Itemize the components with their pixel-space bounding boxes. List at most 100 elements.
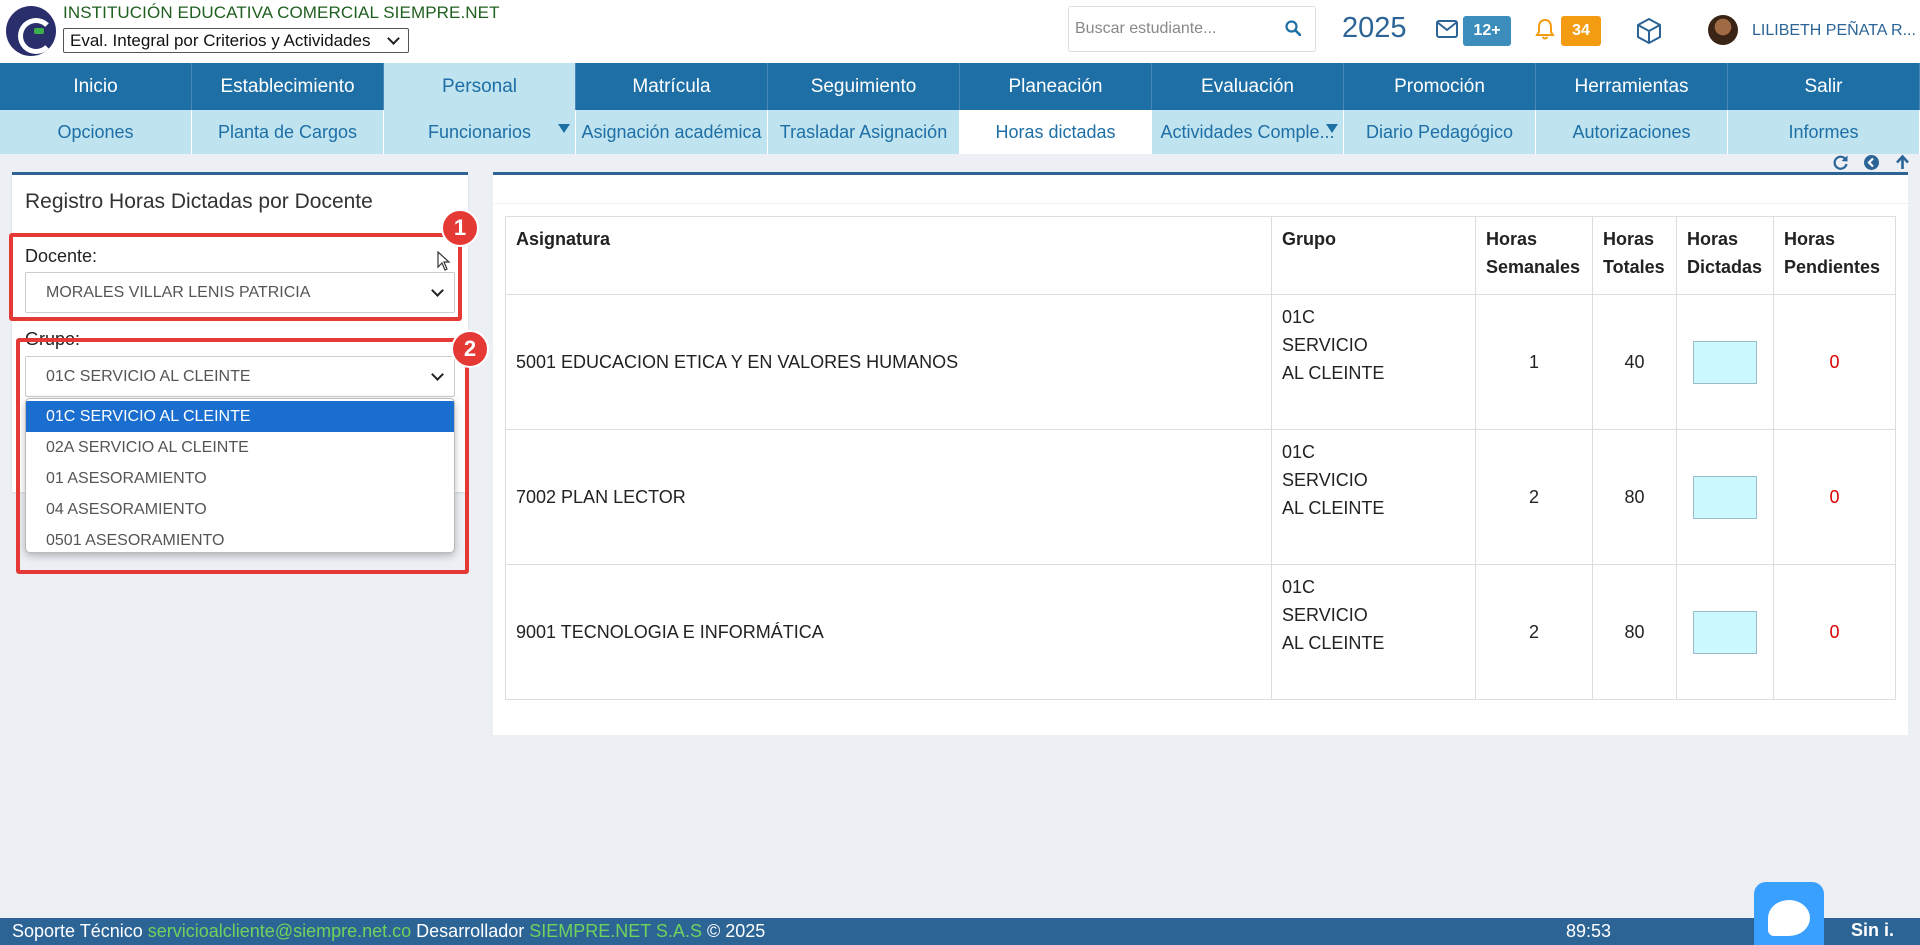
subnav-funcionarios[interactable]: Funcionarios xyxy=(384,110,576,154)
col-horas-totales[interactable]: Horas Totales xyxy=(1591,216,1677,295)
col-grupo[interactable]: Grupo xyxy=(1271,216,1476,295)
footer: Soporte Técnico servicioalcliente@siempr… xyxy=(0,918,1920,945)
sub-menu: Opciones Planta de Cargos Funcionarios A… xyxy=(0,110,1920,154)
panel-title: Registro Horas Dictadas por Docente xyxy=(25,190,373,213)
search-input[interactable] xyxy=(1075,20,1271,38)
pendientes-cell: 0 xyxy=(1772,294,1897,430)
grupo-cell: 01C SERVICIO AL CLEINTE xyxy=(1271,564,1476,700)
header-text: Horas xyxy=(1686,229,1738,249)
nav-seguimiento[interactable]: Seguimiento xyxy=(768,63,960,110)
asignatura-cell: 9001 TECNOLOGIA E INFORMÁTICA xyxy=(504,564,1273,700)
col-horas-pendientes[interactable]: Horas Pendientes xyxy=(1772,216,1897,295)
nav-herramientas[interactable]: Herramientas xyxy=(1536,63,1728,110)
support-label: Soporte Técnico xyxy=(12,921,143,941)
caret-down-icon xyxy=(558,124,570,133)
semanales-cell: 1 xyxy=(1475,294,1593,430)
back-icon[interactable] xyxy=(1863,154,1880,171)
table-row: 9001 TECNOLOGIA E INFORMÁTICA 01C SERVIC… xyxy=(504,564,1897,700)
subnav-label: Diario Pedagógico xyxy=(1365,121,1514,142)
user-name[interactable]: LILIBETH PEÑATA R... xyxy=(1752,22,1916,40)
mouse-cursor-icon xyxy=(437,251,451,271)
subnav-trasladar-asignacion[interactable]: Trasladar Asignación xyxy=(768,110,960,154)
col-horas-semanales[interactable]: Horas Semanales xyxy=(1475,216,1593,295)
subnav-opciones[interactable]: Opciones xyxy=(0,110,192,154)
refresh-icon[interactable] xyxy=(1832,154,1849,171)
annotation-marker-1: 1 xyxy=(441,209,479,247)
grupo-cell: 01C SERVICIO AL CLEINTE xyxy=(1271,429,1476,565)
subnav-label: Autorizaciones xyxy=(1572,121,1691,142)
support-email-link[interactable]: servicioalcliente@siempre.net.co xyxy=(148,921,411,942)
subnav-label: Informes xyxy=(1788,121,1859,142)
institution-name: INSTITUCIÓN EDUCATIVA COMERCIAL SIEMPRE.… xyxy=(63,3,500,22)
subnav-autorizaciones[interactable]: Autorizaciones xyxy=(1536,110,1728,154)
hours-table: Asignatura Grupo Horas Semanales Horas Tot… xyxy=(504,216,1897,700)
pendientes-cell: 0 xyxy=(1772,429,1897,565)
dictadas-cell xyxy=(1675,429,1774,565)
horas-dictadas-input[interactable] xyxy=(1692,475,1757,519)
header-text: Asignatura xyxy=(516,229,611,249)
cube-icon[interactable] xyxy=(1635,17,1663,45)
grupo-cell: 01C SERVICIO AL CLEINTE xyxy=(1271,294,1476,430)
subnav-asignacion-academica[interactable]: Asignación académica xyxy=(576,110,768,154)
avatar[interactable] xyxy=(1708,15,1738,45)
hours-panel: Asignatura Grupo Horas Semanales Horas Tot… xyxy=(493,172,1908,735)
school-year[interactable]: 2025 xyxy=(1342,12,1407,45)
subnav-diario-pedagogico[interactable]: Diario Pedagógico xyxy=(1344,110,1536,154)
main-menu: Inicio Establecimiento Personal Matrícul… xyxy=(0,63,1920,110)
pendientes-cell: 0 xyxy=(1772,564,1897,700)
subnav-label: Planta de Cargos xyxy=(217,121,358,142)
header-text: Semanales xyxy=(1486,257,1581,277)
col-asignatura[interactable]: Asignatura xyxy=(504,216,1273,295)
subnav-horas-dictadas[interactable]: Horas dictadas xyxy=(960,110,1152,154)
totales-cell: 80 xyxy=(1591,564,1677,700)
subnav-actividades-complementarias[interactable]: Actividades Comple... xyxy=(1152,110,1344,154)
logo[interactable] xyxy=(6,6,56,56)
header-text: Grupo xyxy=(1282,229,1337,249)
header-text: Horas xyxy=(1602,229,1655,249)
mail-icon[interactable] xyxy=(1436,20,1458,38)
nav-matricula[interactable]: Matrícula xyxy=(576,63,768,110)
mail-count-badge[interactable]: 12+ xyxy=(1463,16,1511,46)
notification-count-badge[interactable]: 34 xyxy=(1561,16,1601,46)
evaluation-type-value: Eval. Integral por Criterios y Actividad… xyxy=(70,30,371,50)
arrow-up-icon[interactable] xyxy=(1894,154,1911,171)
header-text: Pendientes xyxy=(1783,257,1880,277)
developer-link[interactable]: SIEMPRE.NET S.A.S xyxy=(529,921,702,942)
subnav-label: Funcionarios xyxy=(427,121,532,142)
nav-personal[interactable]: Personal xyxy=(384,63,576,110)
student-search[interactable] xyxy=(1068,6,1316,52)
nav-salir[interactable]: Salir xyxy=(1728,63,1920,110)
nav-planeacion[interactable]: Planeación xyxy=(960,63,1152,110)
bell-icon[interactable] xyxy=(1535,18,1555,40)
header-text: Totales xyxy=(1602,257,1665,277)
horas-dictadas-input[interactable] xyxy=(1692,340,1757,384)
subnav-planta-de-cargos[interactable]: Planta de Cargos xyxy=(192,110,384,154)
subnav-label: Opciones xyxy=(57,121,134,142)
table-row: 7002 PLAN LECTOR 01C SERVICIO AL CLEINTE… xyxy=(504,429,1897,565)
subnav-label: Asignación académica xyxy=(581,121,762,142)
nav-evaluacion[interactable]: Evaluación xyxy=(1152,63,1344,110)
header-text: Dictadas xyxy=(1686,257,1763,277)
annotation-box-1 xyxy=(9,233,462,321)
chevron-down-icon xyxy=(387,31,400,45)
asignatura-cell: 7002 PLAN LECTOR xyxy=(504,429,1273,565)
caret-down-icon xyxy=(1326,124,1338,133)
subnav-label: Actividades Comple... xyxy=(1160,121,1335,142)
chat-icon[interactable] xyxy=(1754,882,1824,945)
col-horas-dictadas[interactable]: Horas Dictadas xyxy=(1675,216,1774,295)
subnav-label: Horas dictadas xyxy=(995,121,1116,142)
evaluation-type-select[interactable]: Eval. Integral por Criterios y Actividad… xyxy=(63,28,409,53)
nav-inicio[interactable]: Inicio xyxy=(0,63,192,110)
search-icon[interactable] xyxy=(1285,20,1301,36)
totales-cell: 80 xyxy=(1591,429,1677,565)
nav-promocion[interactable]: Promoción xyxy=(1344,63,1536,110)
annotation-box-2 xyxy=(16,338,469,574)
horas-dictadas-input[interactable] xyxy=(1692,610,1757,654)
dictadas-cell xyxy=(1675,294,1774,430)
nav-establecimiento[interactable]: Establecimiento xyxy=(192,63,384,110)
top-bar: INSTITUCIÓN EDUCATIVA COMERCIAL SIEMPRE.… xyxy=(0,0,1920,63)
asignatura-cell: 5001 EDUCACION ETICA Y EN VALORES HUMANO… xyxy=(504,294,1273,430)
table-header-row: Asignatura Grupo Horas Semanales Horas Tot… xyxy=(504,216,1897,295)
dictadas-cell xyxy=(1675,564,1774,700)
subnav-informes[interactable]: Informes xyxy=(1728,110,1920,154)
